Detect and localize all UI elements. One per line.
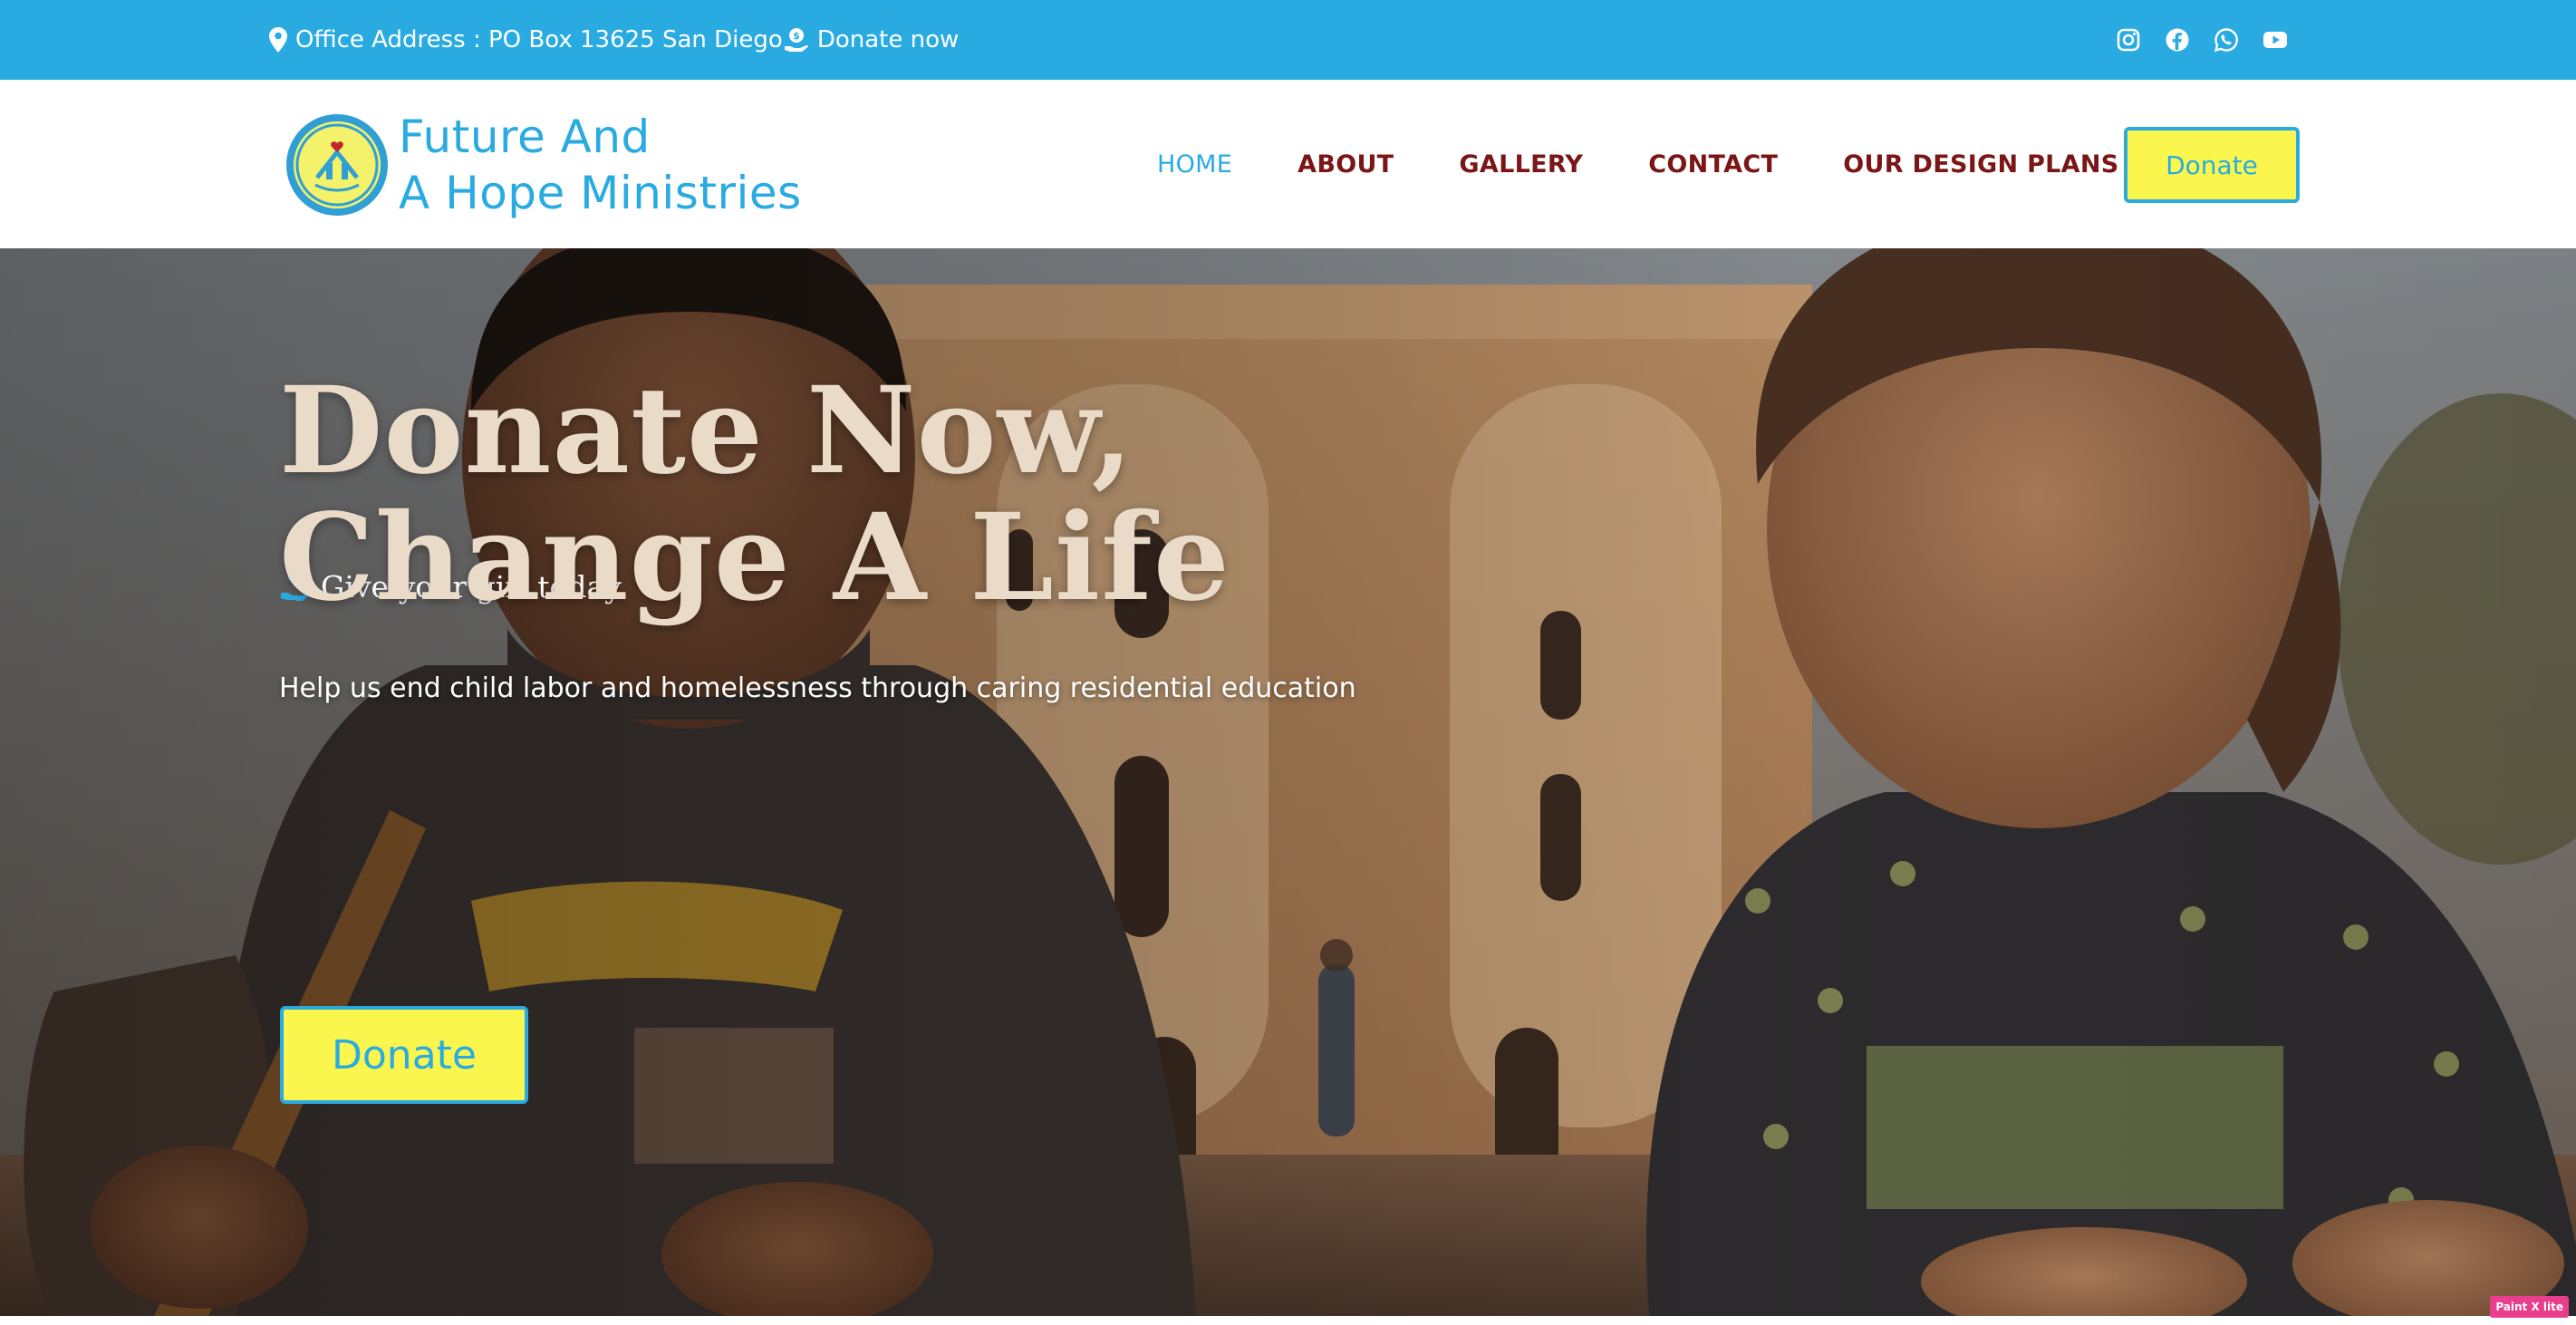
map-pin-icon bbox=[268, 26, 288, 53]
main-nav: HOME ABOUT GALLERY CONTACT OUR DESIGN PL… bbox=[1157, 80, 2119, 248]
hero-title: Donate Now, Change A Life bbox=[279, 368, 1230, 622]
brand-link[interactable]: Future And A Hope Ministries bbox=[286, 109, 802, 221]
donate-now-text[interactable]: Donate now bbox=[817, 26, 959, 53]
office-address: Office Address : PO Box 13625 San Diego bbox=[268, 26, 783, 53]
hero-title-line-1: Donate Now, bbox=[279, 361, 1134, 501]
nav-contact[interactable]: CONTACT bbox=[1648, 150, 1778, 179]
brand-name: Future And A Hope Ministries bbox=[399, 109, 802, 221]
top-bar: Office Address : PO Box 13625 San Diego … bbox=[0, 0, 2576, 80]
hero-donate-button[interactable]: Donate bbox=[280, 1006, 528, 1104]
social-links bbox=[2116, 0, 2288, 80]
office-address-text: Office Address : PO Box 13625 San Diego bbox=[295, 26, 783, 53]
brand-line-1: Future And bbox=[399, 111, 651, 163]
nav-our-design-plans[interactable]: OUR DESIGN PLANS bbox=[1843, 150, 2118, 179]
top-bar-info: Office Address : PO Box 13625 San Diego … bbox=[268, 0, 959, 80]
whatsapp-icon[interactable] bbox=[2214, 27, 2239, 53]
hero-title-line-2: Change A Life bbox=[279, 488, 1230, 628]
youtube-icon[interactable] bbox=[2262, 27, 2288, 53]
donate-now-link[interactable]: $ Donate now bbox=[783, 26, 959, 53]
hero-subtitle: Help us end child labor and homelessness… bbox=[279, 672, 1356, 704]
facebook-icon[interactable] bbox=[2165, 27, 2190, 53]
header-donate-button[interactable]: Donate bbox=[2124, 127, 2300, 203]
svg-text:$: $ bbox=[793, 30, 800, 42]
ministry-logo bbox=[286, 114, 388, 216]
nav-home[interactable]: HOME bbox=[1157, 150, 1232, 179]
instagram-icon[interactable] bbox=[2116, 27, 2141, 53]
nav-gallery[interactable]: GALLERY bbox=[1459, 150, 1583, 179]
brand-line-2: A Hope Ministries bbox=[399, 167, 802, 219]
hand-coin-icon: $ bbox=[783, 26, 810, 53]
site-header: Future And A Hope Ministries HOME ABOUT … bbox=[0, 80, 2576, 248]
page-bottom-strip bbox=[0, 1316, 2576, 1325]
nav-about[interactable]: ABOUT bbox=[1298, 150, 1394, 179]
extension-badge[interactable]: Paint X lite bbox=[2490, 1296, 2569, 1318]
